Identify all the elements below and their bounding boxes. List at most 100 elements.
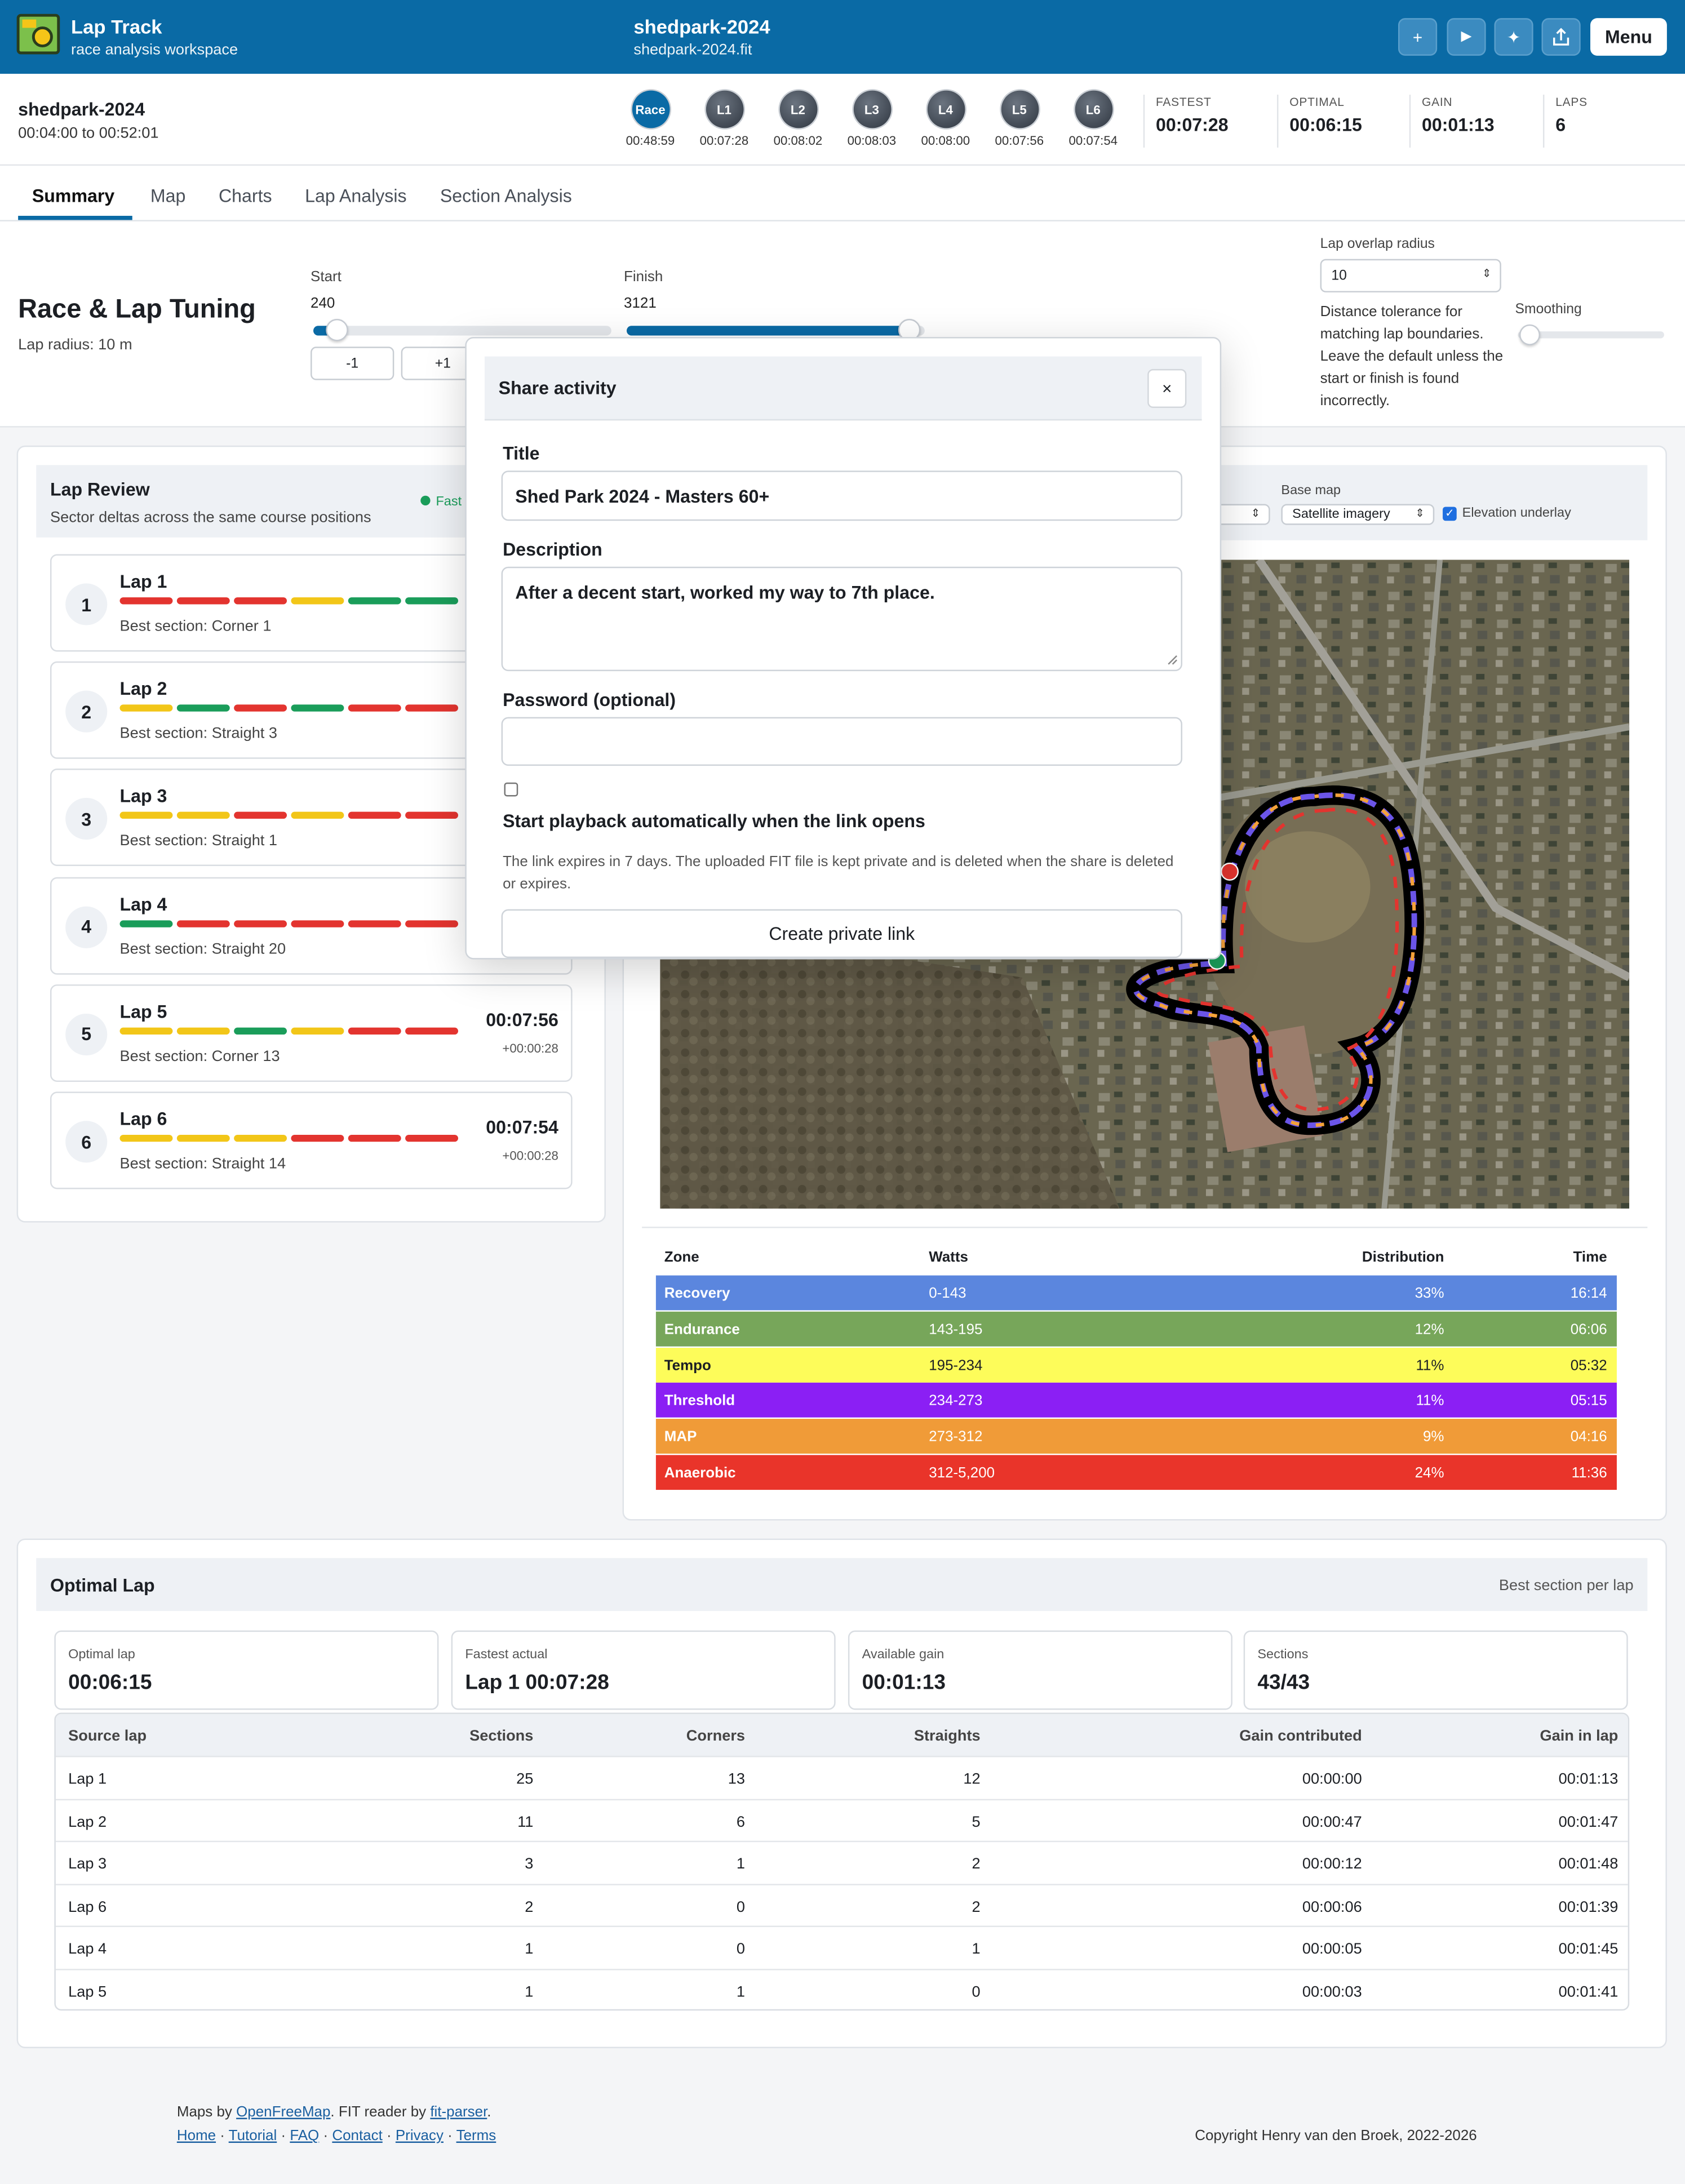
start-minus-button[interactable]: -1 (311, 347, 394, 380)
menu-button[interactable]: Menu (1590, 18, 1667, 56)
openfreemap-link[interactable]: OpenFreeMap (236, 2104, 330, 2121)
sector-bar (405, 597, 458, 605)
finish-marker[interactable] (1220, 862, 1239, 881)
sector-bar (176, 704, 230, 712)
sector-bar (234, 812, 287, 819)
divider (642, 1227, 1648, 1228)
radius-input[interactable]: 10 ⇕ (1320, 259, 1501, 292)
elevation-checkbox[interactable]: ✓ (1443, 507, 1457, 521)
sections-col-header: Sections (469, 1728, 534, 1745)
sector-bar (119, 812, 173, 819)
stat-gain: GAIN 00:01:13 (1409, 95, 1495, 148)
sparkle-button[interactable]: ✦ (1494, 18, 1533, 56)
title-input[interactable]: Shed Park 2024 - Masters 60+ (501, 470, 1182, 521)
gain-cell: 00:00:12 (1302, 1855, 1362, 1873)
sector-bar (291, 812, 344, 819)
zone-time: 05:32 (1570, 1357, 1607, 1374)
zone-time: 04:16 (1570, 1428, 1607, 1446)
stat-value: 00:01:13 (1421, 114, 1495, 135)
footer-link-tutorial[interactable]: Tutorial (229, 2128, 277, 2145)
description-textarea[interactable]: After a decent start, worked my way to 7… (501, 566, 1182, 672)
copyright: Copyright Henry van den Broek, 2022-2026 (1195, 2127, 1477, 2145)
distribution-col-header: Distribution (1362, 1249, 1444, 1266)
close-icon: × (1162, 379, 1172, 398)
lap-chip-2[interactable]: L2 00:08:02 (766, 90, 830, 148)
gain-cell: 00:00:00 (1302, 1771, 1362, 1788)
straights-cell: 0 (972, 1983, 981, 2000)
gain-lap-cell: 00:01:47 (1558, 1813, 1619, 1831)
corners-col-header: Corners (686, 1728, 746, 1745)
autoplay-checkbox[interactable] (504, 782, 518, 797)
zone-time: 06:06 (1570, 1321, 1607, 1338)
footer-link-privacy[interactable]: Privacy (396, 2128, 444, 2145)
chip-time: 00:48:59 (626, 134, 675, 148)
tab-lap-analysis[interactable]: Lap Analysis (305, 185, 406, 206)
gain-lap-cell: 00:01:45 (1558, 1941, 1619, 1958)
radius-help: Distance tolerance for matching lap boun… (1320, 303, 1504, 410)
tab-summary[interactable]: Summary (32, 185, 114, 206)
gain-lap-col-header: Gain in lap (1540, 1728, 1619, 1745)
sparkle-icon: ✦ (1506, 27, 1521, 47)
straights-col-header: Straights (914, 1728, 981, 1745)
stat-value: 6 (1555, 114, 1566, 135)
sector-bar (348, 1134, 401, 1142)
finish-value: 3121 (624, 295, 657, 312)
tuning-subtitle: Lap radius: 10 m (18, 337, 132, 354)
lap-chip-1[interactable]: L1 00:07:28 (692, 90, 756, 148)
zone-name: MAP (664, 1428, 697, 1446)
credits-text: Maps by (176, 2103, 237, 2121)
resize-handle-icon[interactable] (1167, 654, 1178, 665)
tab-charts[interactable]: Charts (219, 185, 272, 206)
source-lap-table: Source lap Sections Corners Straights Ga… (54, 1712, 1630, 2011)
sector-bars (119, 1027, 458, 1035)
lap-chip-5[interactable]: L5 00:07:56 (987, 90, 1052, 148)
base-map-value: Satellite imagery (1292, 507, 1390, 522)
table-row: Lap 2 11 6 5 00:00:47 00:01:47 (55, 1798, 1628, 1840)
chip-label: L3 (853, 90, 891, 128)
smoothing-slider-handle[interactable] (1519, 324, 1541, 345)
create-link-button[interactable]: Create private link (501, 909, 1182, 958)
lap-number: 4 (65, 905, 108, 948)
base-map-select[interactable]: Satellite imagery ⇕ (1281, 504, 1435, 525)
sector-bar (234, 920, 287, 927)
sector-bar (405, 1134, 458, 1142)
optimal-lap-header (36, 1558, 1648, 1612)
lap-chip-3[interactable]: L3 00:08:03 (840, 90, 904, 148)
chip-label: L5 (1000, 90, 1039, 128)
summary-value: 43/43 (1257, 1671, 1310, 1695)
start-slider[interactable] (313, 326, 611, 336)
close-button[interactable]: × (1147, 369, 1187, 409)
password-input[interactable] (501, 717, 1182, 766)
footer-link-terms[interactable]: Terms (456, 2128, 496, 2145)
tab-map[interactable]: Map (150, 185, 186, 206)
stepper-icon: ⇕ (1482, 267, 1492, 280)
share-button[interactable] (1541, 18, 1581, 56)
share-note: The link expires in 7 days. The uploaded… (503, 853, 1174, 893)
password-label: Password (optional) (503, 689, 676, 711)
start-slider-handle[interactable] (326, 318, 349, 341)
autoplay-label: Start playback automatically when the li… (503, 810, 925, 832)
zone-watts: 143-195 (929, 1321, 983, 1338)
play-icon: ▶ (1461, 29, 1472, 45)
sector-bar (291, 597, 344, 605)
lap-chip-4[interactable]: L4 00:08:00 (914, 90, 978, 148)
summary-card-0: Optimal lap 00:06:15 (54, 1630, 439, 1710)
zone-distribution: 11% (1416, 1357, 1444, 1374)
fit-parser-link[interactable]: fit-parser (430, 2104, 487, 2121)
summary-label: Fastest actual (465, 1647, 548, 1663)
tab-section-analysis[interactable]: Section Analysis (440, 185, 572, 206)
elevation-label: Elevation underlay (1462, 505, 1571, 521)
play-button[interactable]: ▶ (1447, 18, 1486, 56)
add-button[interactable]: + (1398, 18, 1438, 56)
lap-chip-6[interactable]: L6 00:07:54 (1061, 90, 1125, 148)
sector-bar (348, 1027, 401, 1035)
sections-cell: 3 (525, 1855, 534, 1873)
lap-card-5[interactable]: 5 Lap 5 Best section: Corner 13 00:07:56 +00… (50, 984, 573, 1082)
footer-link-contact[interactable]: Contact (332, 2128, 382, 2145)
lap-card-6[interactable]: 6 Lap 6 Best section: Straight 14 00:07:54 +… (50, 1091, 573, 1189)
footer-link-home[interactable]: Home (177, 2128, 216, 2145)
race-chip[interactable]: Race 00:48:59 (618, 90, 682, 148)
footer-link-faq[interactable]: FAQ (290, 2128, 319, 2145)
time-col-header: Time (1573, 1249, 1607, 1266)
zone-name: Threshold (664, 1393, 735, 1410)
